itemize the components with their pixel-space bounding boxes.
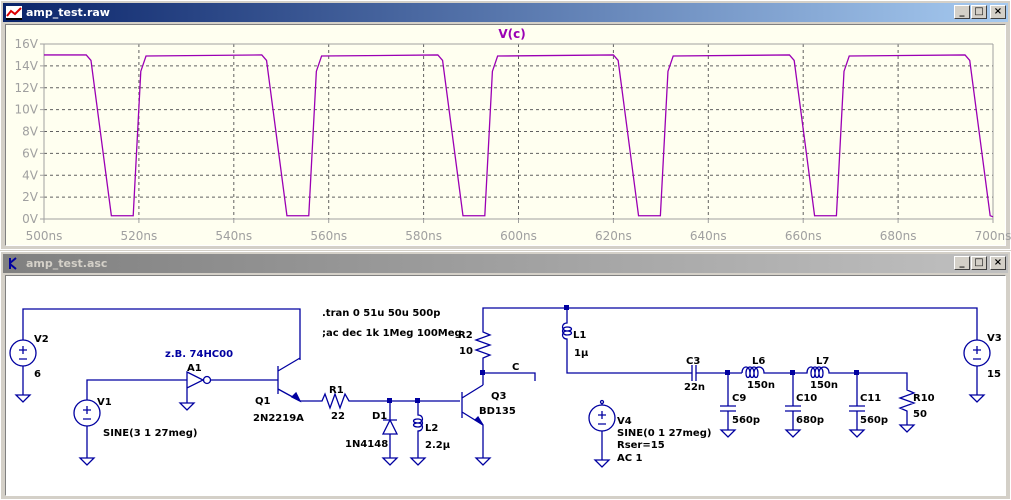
trace-label-vc[interactable]: V(c): [498, 27, 525, 41]
x-tick-label: 520ns: [121, 229, 158, 243]
waveform-window: amp_test.raw _ □ × 0V 2V 4V 6V 8V 10V 12V 14V 16…: [0, 0, 1011, 250]
close-button[interactable]: ×: [990, 256, 1006, 270]
schematic-canvas[interactable]: [5, 275, 1006, 496]
y-tick-label: 2V: [22, 190, 39, 204]
y-tick-label: 8V: [22, 125, 39, 139]
y-tick-label: 12V: [15, 81, 39, 95]
y-tick-label: 16V: [15, 37, 39, 51]
waveform-plot[interactable]: 0V 2V 4V 6V 8V 10V 12V 14V 16V 500ns 520ns 540ns 560…: [1, 1, 1011, 243]
x-tick-label: 500ns: [26, 229, 63, 243]
x-tick-label: 660ns: [785, 229, 822, 243]
y-tick-label: 14V: [15, 59, 39, 73]
schematic-title-bar[interactable]: amp_test.asc: [3, 254, 1008, 273]
x-tick-label: 680ns: [880, 229, 917, 243]
x-tick-label: 620ns: [595, 229, 632, 243]
x-tick-label: 700ns: [975, 229, 1011, 243]
maximize-button[interactable]: □: [971, 256, 987, 270]
minimize-button[interactable]: _: [954, 256, 970, 270]
x-tick-label: 600ns: [500, 229, 537, 243]
y-tick-label: 10V: [15, 103, 39, 117]
x-tick-label: 640ns: [690, 229, 727, 243]
schematic-window: amp_test.asc _ □ ×: [0, 251, 1011, 500]
x-tick-label: 580ns: [405, 229, 442, 243]
y-tick-label: 0V: [22, 212, 39, 226]
waveform-plot-pane[interactable]: 0V 2V 4V 6V 8V 10V 12V 14V 16V 500ns 520ns 540ns 560…: [5, 24, 1011, 246]
schematic-app-icon: [9, 256, 17, 270]
y-tick-label: 6V: [22, 146, 39, 160]
x-tick-label: 560ns: [310, 229, 347, 243]
y-tick-label: 4V: [22, 168, 39, 182]
schematic-window-title: amp_test.asc: [26, 257, 108, 270]
x-tick-label: 540ns: [215, 229, 252, 243]
